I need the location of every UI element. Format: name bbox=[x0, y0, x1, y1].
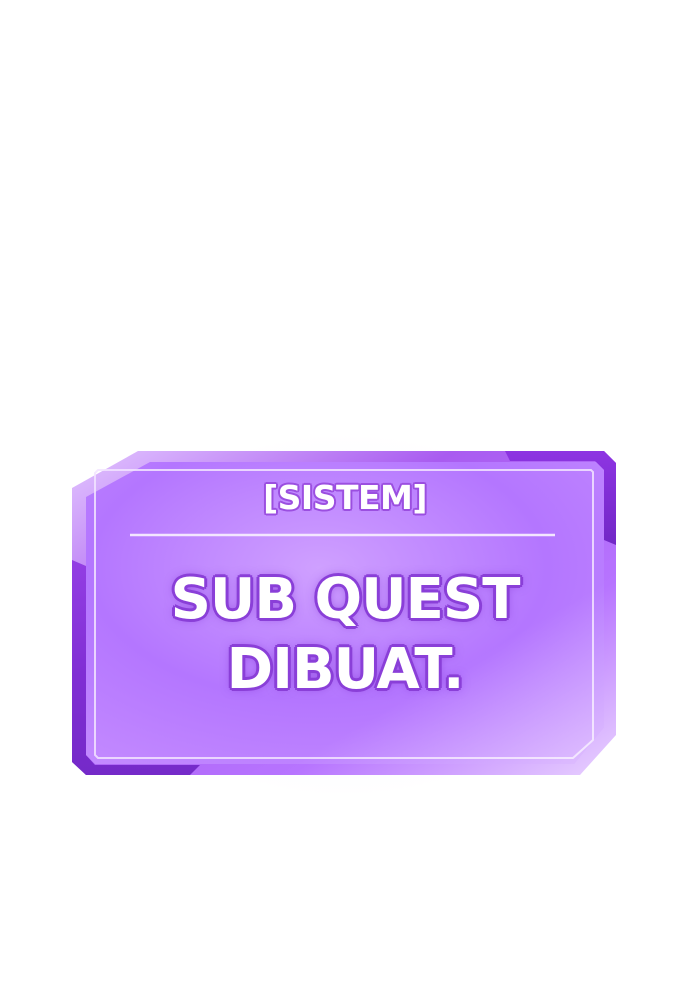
system-header: [SISTEM] bbox=[263, 478, 427, 517]
message-line-2: DIBUAT. bbox=[226, 637, 465, 702]
message-line-1: SUB QUEST bbox=[170, 567, 521, 632]
quest-message: SUB QUEST DIBUAT. bbox=[100, 565, 590, 705]
